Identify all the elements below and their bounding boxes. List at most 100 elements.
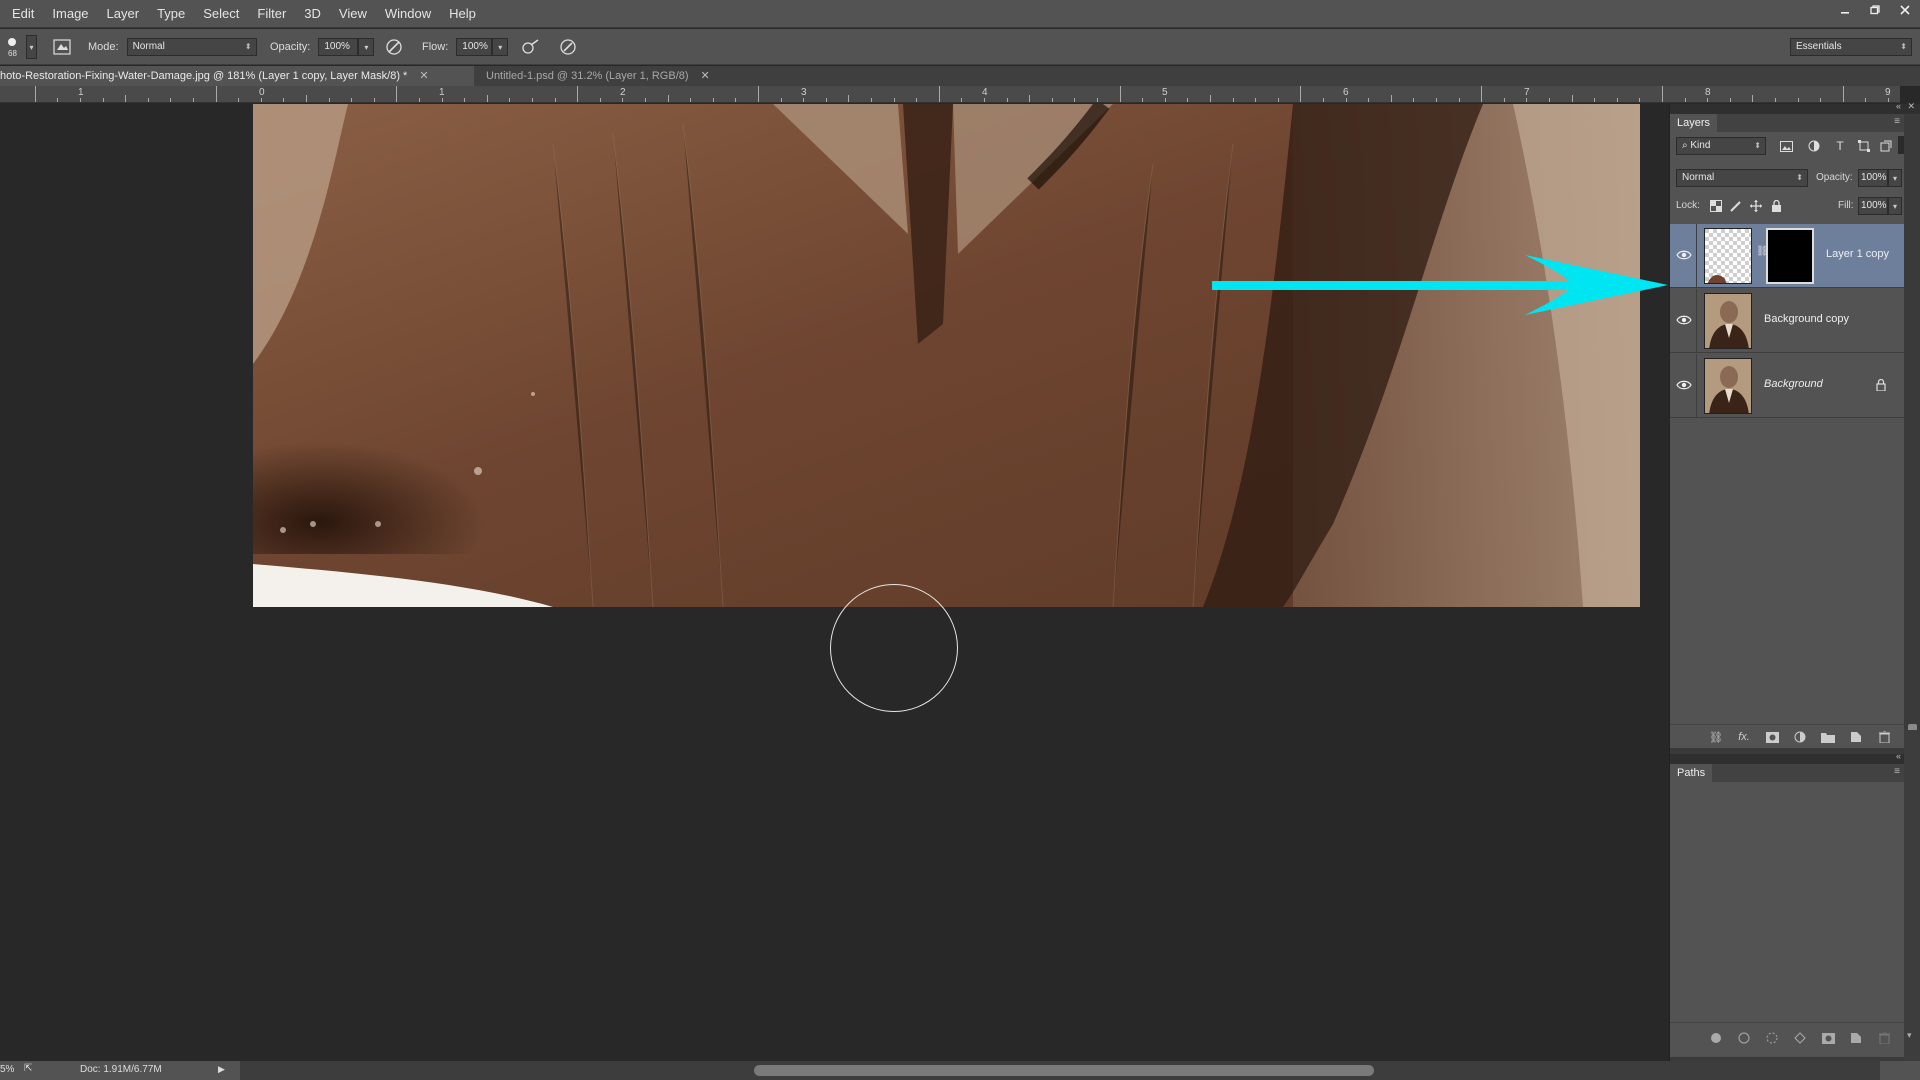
- lock-label: Lock:: [1676, 200, 1700, 211]
- layer-thumbnail[interactable]: [1704, 293, 1752, 349]
- ruler-tick: [939, 86, 940, 102]
- layer-thumbnail[interactable]: [1704, 358, 1752, 414]
- layer-blend-mode[interactable]: Normal ⬍: [1676, 169, 1808, 187]
- add-mask-icon[interactable]: [1820, 1030, 1836, 1046]
- brush-panel-icon: [50, 35, 74, 59]
- paths-bottom-toolbar: [1670, 1022, 1904, 1052]
- menu-layer[interactable]: Layer: [98, 0, 149, 28]
- ruler-tick: [1413, 98, 1414, 102]
- menu-window[interactable]: Window: [376, 0, 440, 28]
- fill-input-value: 100%: [1861, 200, 1887, 211]
- ruler-tick: [1165, 98, 1166, 102]
- visibility-eye-icon[interactable]: [1676, 378, 1692, 392]
- layer-row-background-copy[interactable]: Background copy: [1670, 289, 1904, 353]
- collapse-icon[interactable]: «: [1896, 101, 1901, 111]
- filter-pixel-icon[interactable]: [1778, 138, 1794, 154]
- tab-paths[interactable]: Paths: [1670, 764, 1713, 782]
- airbrush-icon[interactable]: [518, 35, 542, 59]
- ruler-tick: [57, 98, 58, 102]
- brush-preset-dropdown[interactable]: ▾: [26, 35, 37, 59]
- pressure-size-icon[interactable]: [556, 35, 580, 59]
- visibility-eye-icon[interactable]: [1676, 248, 1692, 262]
- flow-dropdown[interactable]: ▾: [492, 38, 509, 56]
- filter-type-icon[interactable]: T: [1832, 138, 1848, 154]
- menu-filter[interactable]: Filter: [248, 0, 295, 28]
- close-icon[interactable]: [1890, 0, 1920, 20]
- layer-thumbnail[interactable]: [1704, 228, 1752, 284]
- filter-shape-icon[interactable]: [1856, 138, 1872, 154]
- ruler-label: 7: [1524, 87, 1530, 98]
- lock-pixels-icon[interactable]: [1728, 198, 1744, 214]
- zoom-level[interactable]: 5%: [0, 1064, 14, 1075]
- close-icon[interactable]: ✕: [701, 70, 710, 82]
- flow-input[interactable]: 100%: [456, 38, 493, 56]
- ruler-tick: [216, 86, 217, 102]
- menu-edit[interactable]: Edit: [0, 0, 43, 28]
- mode-select[interactable]: Normal ⬍: [126, 38, 257, 56]
- ruler-tick: [758, 86, 759, 102]
- brush-preset-picker[interactable]: 68 ▾: [4, 29, 37, 65]
- fx-icon[interactable]: fx.: [1736, 729, 1752, 745]
- layer-kind-filter-value: Kind: [1690, 140, 1711, 151]
- fill-path-icon[interactable]: [1708, 1030, 1724, 1046]
- menu-help[interactable]: Help: [440, 0, 485, 28]
- fill-dropdown[interactable]: ▾: [1888, 197, 1902, 215]
- path-to-selection-icon[interactable]: [1764, 1030, 1780, 1046]
- restore-icon[interactable]: [1860, 0, 1890, 20]
- scroll-down-icon[interactable]: ▾: [1907, 1030, 1912, 1041]
- layer-mask-thumbnail[interactable]: [1766, 228, 1814, 284]
- tab-water-damage[interactable]: hoto-Restoration-Fixing-Water-Damage.jpg…: [0, 66, 474, 86]
- opacity-input[interactable]: 100%: [318, 38, 359, 56]
- add-mask-icon[interactable]: [1764, 729, 1780, 745]
- opacity-dropdown[interactable]: ▾: [358, 38, 375, 56]
- link-layers-icon[interactable]: ⛓: [1708, 729, 1724, 745]
- collapse-icon[interactable]: «: [1896, 751, 1901, 761]
- layer-row-layer-1-copy[interactable]: ⛓ Layer 1 copy: [1670, 224, 1904, 288]
- layer-opacity-input[interactable]: 100%: [1858, 169, 1888, 187]
- tab-layers[interactable]: Layers: [1670, 114, 1718, 132]
- workspace-switcher[interactable]: Essentials ⬍: [1790, 38, 1912, 56]
- document-image[interactable]: [253, 104, 1640, 607]
- minimize-icon[interactable]: [1830, 0, 1860, 20]
- panel-menu-icon[interactable]: ≡: [1894, 116, 1900, 127]
- fill-input[interactable]: 100%: [1858, 197, 1888, 215]
- brush-panel-toggle[interactable]: [50, 29, 74, 65]
- lock-row: Lock: Fill: 100% ▾: [1670, 194, 1904, 218]
- horizontal-scrollbar[interactable]: [240, 1061, 1880, 1080]
- layer-row-background[interactable]: Background: [1670, 354, 1904, 418]
- layer-opacity-dropdown[interactable]: ▾: [1888, 169, 1902, 187]
- pressure-opacity-icon[interactable]: [382, 35, 406, 59]
- stroke-path-icon[interactable]: [1736, 1030, 1752, 1046]
- status-menu-arrow-icon[interactable]: ▶: [218, 1064, 225, 1075]
- layer-name: Background copy: [1764, 313, 1849, 325]
- delete-layer-icon[interactable]: [1876, 729, 1892, 745]
- export-icon[interactable]: ⇱: [24, 1063, 32, 1074]
- panel-menu-icon[interactable]: ≡: [1894, 766, 1900, 777]
- new-layer-icon[interactable]: [1848, 729, 1864, 745]
- canvas-area[interactable]: [0, 104, 1668, 1061]
- menu-type[interactable]: Type: [148, 0, 194, 28]
- menu-view[interactable]: View: [330, 0, 376, 28]
- close-icon[interactable]: ✕: [1907, 101, 1915, 112]
- menu-3d[interactable]: 3D: [295, 0, 330, 28]
- scrollbar-thumb[interactable]: [754, 1065, 1374, 1076]
- visibility-eye-icon[interactable]: [1676, 313, 1692, 327]
- new-adjustment-icon[interactable]: [1792, 729, 1808, 745]
- lock-transparent-icon[interactable]: [1708, 198, 1724, 214]
- close-icon[interactable]: ✕: [419, 70, 428, 82]
- search-icon: ⌕: [1682, 140, 1688, 151]
- new-path-icon[interactable]: [1848, 1030, 1864, 1046]
- tab-untitled[interactable]: Untitled-1.psd @ 31.2% (Layer 1, RGB/8) ✕: [478, 66, 718, 86]
- ruler-tick: [1097, 98, 1098, 102]
- selection-to-path-icon[interactable]: [1792, 1030, 1808, 1046]
- menu-select[interactable]: Select: [194, 0, 248, 28]
- filter-adjustment-icon[interactable]: [1806, 138, 1822, 154]
- dock-vertical-scrollbar[interactable]: ▾: [1904, 730, 1920, 1061]
- lock-position-icon[interactable]: [1748, 198, 1764, 214]
- layer-kind-filter[interactable]: ⌕ Kind ⬍: [1676, 137, 1766, 155]
- filter-smart-object-icon[interactable]: [1878, 138, 1894, 154]
- new-group-icon[interactable]: [1820, 729, 1836, 745]
- delete-path-icon[interactable]: [1876, 1030, 1892, 1046]
- lock-all-icon[interactable]: [1768, 198, 1784, 214]
- menu-image[interactable]: Image: [43, 0, 97, 28]
